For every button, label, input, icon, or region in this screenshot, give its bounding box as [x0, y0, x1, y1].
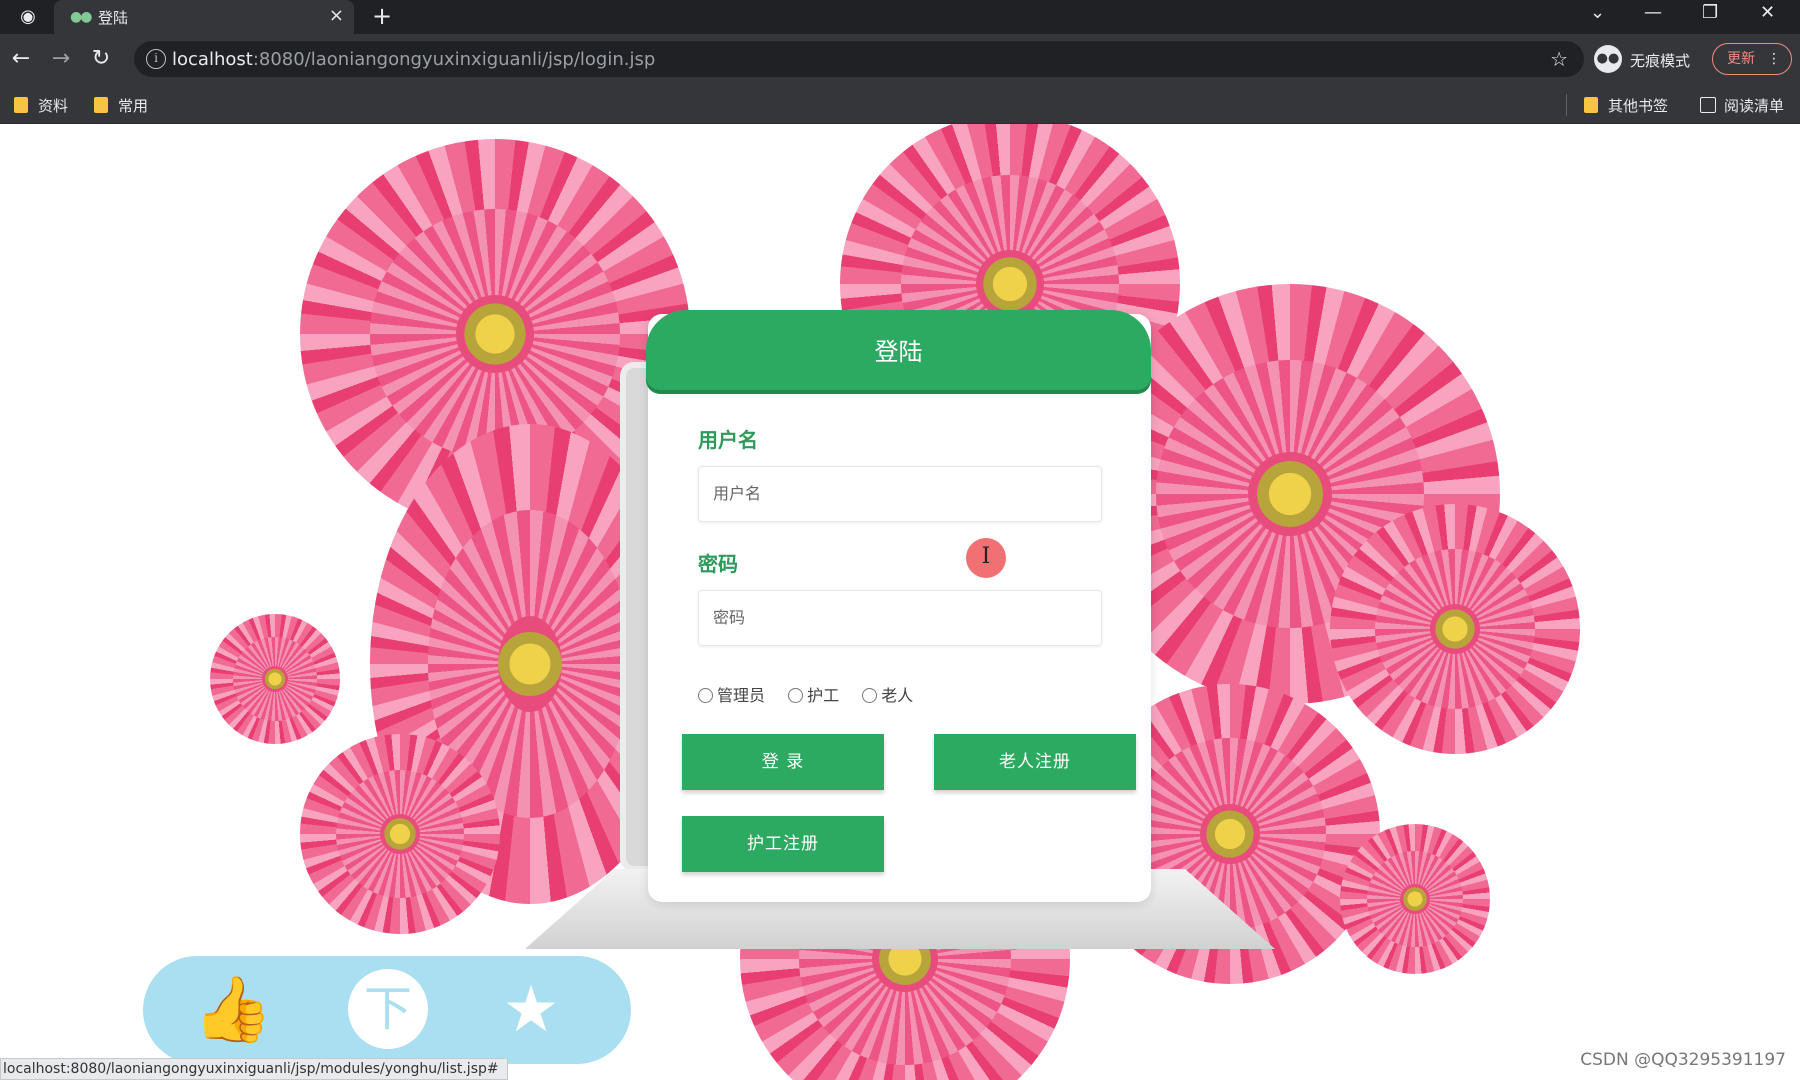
radio-circle[interactable]: [862, 688, 878, 703]
browser-toolbar: ← → ↻ i localhost:8080/laoniangongyuxinx…: [0, 34, 1800, 86]
thumbs-up-icon[interactable]: 👍: [193, 970, 273, 1050]
incognito-label: 无痕模式: [1630, 52, 1691, 70]
url-text[interactable]: localhost:8080/laoniangongyuxinxiguanli/…: [172, 49, 655, 70]
folder-icon: [94, 97, 108, 113]
address-bar[interactable]: i localhost:8080/laoniangongyuxinxiguanl…: [134, 41, 1584, 77]
bookmark-folder[interactable]: 常用: [94, 95, 148, 116]
login-button[interactable]: 登 录: [682, 734, 884, 790]
role-admin-radio[interactable]: 管理员: [698, 682, 765, 706]
menu-dots-icon[interactable]: ⋮: [1767, 44, 1781, 74]
reading-list[interactable]: 阅读清单: [1700, 95, 1784, 116]
browser-chrome: ◉ ●● 登陆 × + ⌄ — ❐ ✕ ← → ↻ i localhost:80…: [0, 0, 1800, 124]
social-action-bar: 👍 下 ★: [143, 956, 631, 1064]
elder-register-button[interactable]: 老人注册: [934, 734, 1136, 790]
role-radio-group: 管理员 护工 老人: [698, 682, 931, 706]
role-elder-radio[interactable]: 老人: [862, 682, 913, 706]
radio-circle[interactable]: [698, 688, 713, 703]
tab-bar: ◉ ●● 登陆 × + ⌄ — ❐ ✕: [0, 0, 1800, 34]
browser-tab[interactable]: ●● 登陆 ×: [54, 0, 354, 34]
info-icon[interactable]: i: [146, 49, 166, 69]
watermark: CSDN @QQ3295391197: [1580, 1050, 1786, 1070]
reload-icon[interactable]: ↻: [86, 44, 116, 74]
flower-image: [210, 614, 340, 744]
login-card-header: 登陆: [646, 310, 1151, 390]
bookmark-divider: [1566, 94, 1567, 116]
coin-icon[interactable]: 下: [348, 969, 428, 1049]
password-input[interactable]: [698, 590, 1102, 646]
login-page: 登陆 用户名 I 密码 管理员 护工 老人 登 录 老人注册 护工注册 👍 下 …: [0, 124, 1800, 1080]
flower-image: [1340, 824, 1490, 974]
favorite-star-icon[interactable]: ★: [491, 970, 571, 1050]
star-icon[interactable]: ☆: [1550, 47, 1568, 71]
folder-icon: [1584, 97, 1598, 113]
flower-image: [300, 734, 500, 934]
reading-list-icon: [1700, 97, 1716, 113]
text-cursor-icon: I: [966, 538, 1006, 578]
username-input[interactable]: [698, 466, 1102, 522]
login-card: 登陆 用户名 I 密码 管理员 护工 老人 登 录 老人注册 护工注册: [646, 310, 1151, 902]
globe-icon[interactable]: ◉: [18, 7, 38, 27]
new-tab-button[interactable]: +: [372, 2, 392, 30]
tab-close-icon[interactable]: ×: [329, 5, 344, 26]
role-nurse-radio[interactable]: 护工: [788, 682, 839, 706]
tab-favicon-icon: ●●: [70, 9, 92, 25]
username-label: 用户名: [698, 428, 758, 452]
radio-circle[interactable]: [788, 688, 804, 703]
status-bar-url: localhost:8080/laoniangongyuxinxiguanli/…: [0, 1058, 508, 1080]
minimize-icon[interactable]: —: [1644, 2, 1662, 23]
bookmarks-bar: 资料 常用 其他书签 阅读清单: [0, 86, 1800, 124]
tab-title: 登陆: [98, 9, 129, 27]
incognito-icon[interactable]: ●●: [1594, 45, 1622, 73]
flower-image: [1330, 504, 1580, 754]
back-arrow-icon[interactable]: ←: [6, 44, 36, 74]
restore-icon[interactable]: ❐: [1702, 2, 1718, 23]
forward-arrow-icon[interactable]: →: [46, 44, 76, 74]
chevron-down-icon[interactable]: ⌄: [1590, 2, 1605, 23]
password-label: 密码: [698, 552, 738, 576]
update-button[interactable]: 更新 ⋮: [1712, 43, 1792, 75]
login-title: 登陆: [874, 338, 923, 366]
close-icon[interactable]: ✕: [1760, 2, 1775, 23]
folder-icon: [14, 97, 28, 113]
nurse-register-button[interactable]: 护工注册: [682, 816, 884, 872]
bookmark-folder[interactable]: 资料: [14, 95, 68, 116]
other-bookmarks[interactable]: 其他书签: [1584, 95, 1668, 116]
